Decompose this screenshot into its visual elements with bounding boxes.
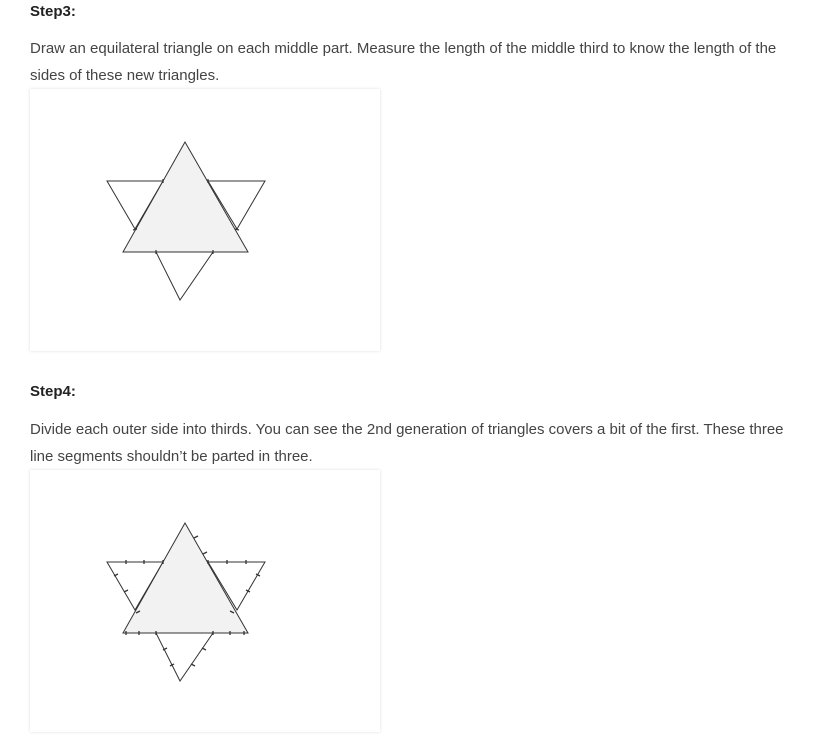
- tick: [190, 663, 196, 667]
- bottom-added-triangle: [155, 632, 214, 682]
- step4-description: Divide each outer side into thirds. You …: [30, 421, 784, 465]
- step4-star-diagram: [106, 521, 266, 682]
- step3-description: Draw an equilateral triangle on each mid…: [30, 40, 777, 84]
- step3-heading: Step3:: [30, 3, 76, 20]
- tick: [201, 647, 207, 651]
- step3-star-diagram: [106, 140, 266, 301]
- tick: [193, 535, 199, 539]
- bottom-added-triangle: [155, 251, 214, 301]
- tick: [202, 551, 208, 555]
- step4-heading: Step4:: [30, 383, 76, 400]
- step4-figure: [30, 470, 380, 732]
- step3-figure: [30, 89, 380, 351]
